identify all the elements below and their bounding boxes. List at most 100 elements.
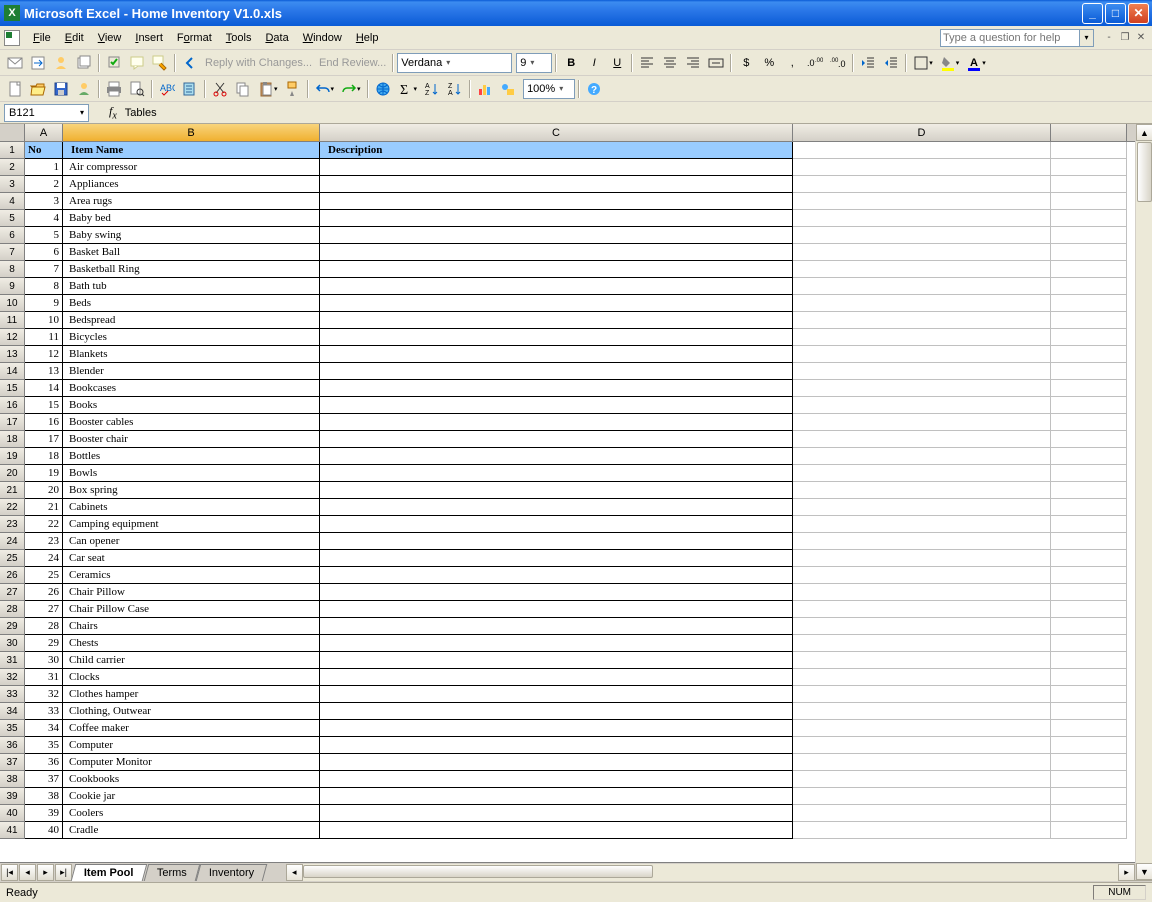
attach-icon[interactable] xyxy=(73,52,95,74)
cell-item-name[interactable]: Bowls xyxy=(63,465,320,482)
cell[interactable] xyxy=(1051,652,1127,669)
cell-no[interactable]: 23 xyxy=(25,533,63,550)
row-header[interactable]: 19 xyxy=(0,448,25,465)
cell-no[interactable]: 1 xyxy=(25,159,63,176)
cell-no[interactable]: 21 xyxy=(25,499,63,516)
tab-last-icon[interactable]: ▸| xyxy=(55,864,72,881)
cell[interactable] xyxy=(793,584,1051,601)
recipient-icon[interactable] xyxy=(50,52,72,74)
horizontal-scrollbar[interactable]: ◂ ▸ xyxy=(286,864,1135,881)
header-no[interactable]: No xyxy=(25,142,63,159)
cell-description[interactable] xyxy=(320,601,793,618)
cell-description[interactable] xyxy=(320,295,793,312)
scroll-left-icon[interactable]: ◂ xyxy=(286,864,303,881)
cell-no[interactable]: 40 xyxy=(25,822,63,839)
cell-item-name[interactable]: Beds xyxy=(63,295,320,312)
cell[interactable] xyxy=(1051,176,1127,193)
print-preview-icon[interactable] xyxy=(126,78,148,100)
cell[interactable] xyxy=(1051,788,1127,805)
cell[interactable] xyxy=(793,346,1051,363)
cell-description[interactable] xyxy=(320,159,793,176)
cell-description[interactable] xyxy=(320,771,793,788)
row-header[interactable]: 32 xyxy=(0,669,25,686)
cell[interactable] xyxy=(1051,822,1127,839)
row-header[interactable]: 15 xyxy=(0,380,25,397)
cell-no[interactable]: 19 xyxy=(25,465,63,482)
col-header-A[interactable]: A xyxy=(25,124,63,141)
align-center-icon[interactable] xyxy=(659,52,681,74)
col-header-D[interactable]: D xyxy=(793,124,1051,141)
format-painter-icon[interactable] xyxy=(282,78,304,100)
cell[interactable] xyxy=(1051,278,1127,295)
menu-view[interactable]: View xyxy=(91,29,129,47)
cell-description[interactable] xyxy=(320,550,793,567)
cell-no[interactable]: 3 xyxy=(25,193,63,210)
tab-next-icon[interactable]: ▸ xyxy=(37,864,54,881)
currency-button[interactable]: $ xyxy=(735,52,757,74)
cell-description[interactable] xyxy=(320,788,793,805)
cell[interactable] xyxy=(793,771,1051,788)
cell[interactable] xyxy=(1051,295,1127,312)
cell-no[interactable]: 37 xyxy=(25,771,63,788)
cell-description[interactable] xyxy=(320,737,793,754)
tab-prev-icon[interactable]: ◂ xyxy=(19,864,36,881)
increase-decimal-icon[interactable]: .0.00 xyxy=(804,52,826,74)
cell[interactable] xyxy=(793,295,1051,312)
cell-no[interactable]: 8 xyxy=(25,278,63,295)
row-header[interactable]: 40 xyxy=(0,805,25,822)
borders-icon[interactable]: ▾ xyxy=(910,52,936,74)
cell[interactable] xyxy=(1051,346,1127,363)
cell-description[interactable] xyxy=(320,380,793,397)
row-header[interactable]: 30 xyxy=(0,635,25,652)
cell[interactable] xyxy=(793,414,1051,431)
cell-description[interactable] xyxy=(320,635,793,652)
row-header[interactable]: 39 xyxy=(0,788,25,805)
cell-item-name[interactable]: Bookcases xyxy=(63,380,320,397)
cell[interactable] xyxy=(1051,533,1127,550)
row-header[interactable]: 29 xyxy=(0,618,25,635)
cell-no[interactable]: 38 xyxy=(25,788,63,805)
cell[interactable] xyxy=(1051,550,1127,567)
cut-icon[interactable] xyxy=(209,78,231,100)
cell[interactable] xyxy=(1051,210,1127,227)
cell-description[interactable] xyxy=(320,533,793,550)
row-header[interactable]: 36 xyxy=(0,737,25,754)
cell-item-name[interactable]: Bedspread xyxy=(63,312,320,329)
row-header[interactable]: 22 xyxy=(0,499,25,516)
help-dropdown-icon[interactable]: ▾ xyxy=(1080,29,1094,47)
comma-button[interactable]: , xyxy=(781,52,803,74)
row-header[interactable]: 23 xyxy=(0,516,25,533)
cell-item-name[interactable]: Computer xyxy=(63,737,320,754)
cell[interactable] xyxy=(793,329,1051,346)
row-header[interactable]: 16 xyxy=(0,397,25,414)
scroll-right-icon[interactable]: ▸ xyxy=(1118,864,1135,881)
hscroll-thumb[interactable] xyxy=(303,865,653,878)
cell[interactable] xyxy=(1051,754,1127,771)
cell-item-name[interactable]: Coffee maker xyxy=(63,720,320,737)
doc-restore-button[interactable]: ❐ xyxy=(1118,31,1132,45)
cell[interactable] xyxy=(1051,363,1127,380)
cell[interactable] xyxy=(1051,397,1127,414)
cell-no[interactable]: 28 xyxy=(25,618,63,635)
cell[interactable] xyxy=(1051,312,1127,329)
cell-item-name[interactable]: Blender xyxy=(63,363,320,380)
cell-item-name[interactable]: Basket Ball xyxy=(63,244,320,261)
row-header[interactable]: 20 xyxy=(0,465,25,482)
cell[interactable] xyxy=(1051,720,1127,737)
cell-item-name[interactable]: Camping equipment xyxy=(63,516,320,533)
cell-item-name[interactable]: Booster chair xyxy=(63,431,320,448)
cell[interactable] xyxy=(1051,737,1127,754)
cell[interactable] xyxy=(1051,380,1127,397)
vertical-scrollbar[interactable]: ▲ ▼ xyxy=(1135,124,1152,880)
cell-description[interactable] xyxy=(320,363,793,380)
paste-icon[interactable]: ▾ xyxy=(255,78,281,100)
copy-icon[interactable] xyxy=(232,78,254,100)
cell[interactable] xyxy=(1051,771,1127,788)
cell-item-name[interactable]: Clothes hamper xyxy=(63,686,320,703)
align-right-icon[interactable] xyxy=(682,52,704,74)
cell[interactable] xyxy=(793,754,1051,771)
cell[interactable] xyxy=(793,159,1051,176)
cell-item-name[interactable]: Coolers xyxy=(63,805,320,822)
cell-no[interactable]: 32 xyxy=(25,686,63,703)
cell[interactable] xyxy=(1051,159,1127,176)
